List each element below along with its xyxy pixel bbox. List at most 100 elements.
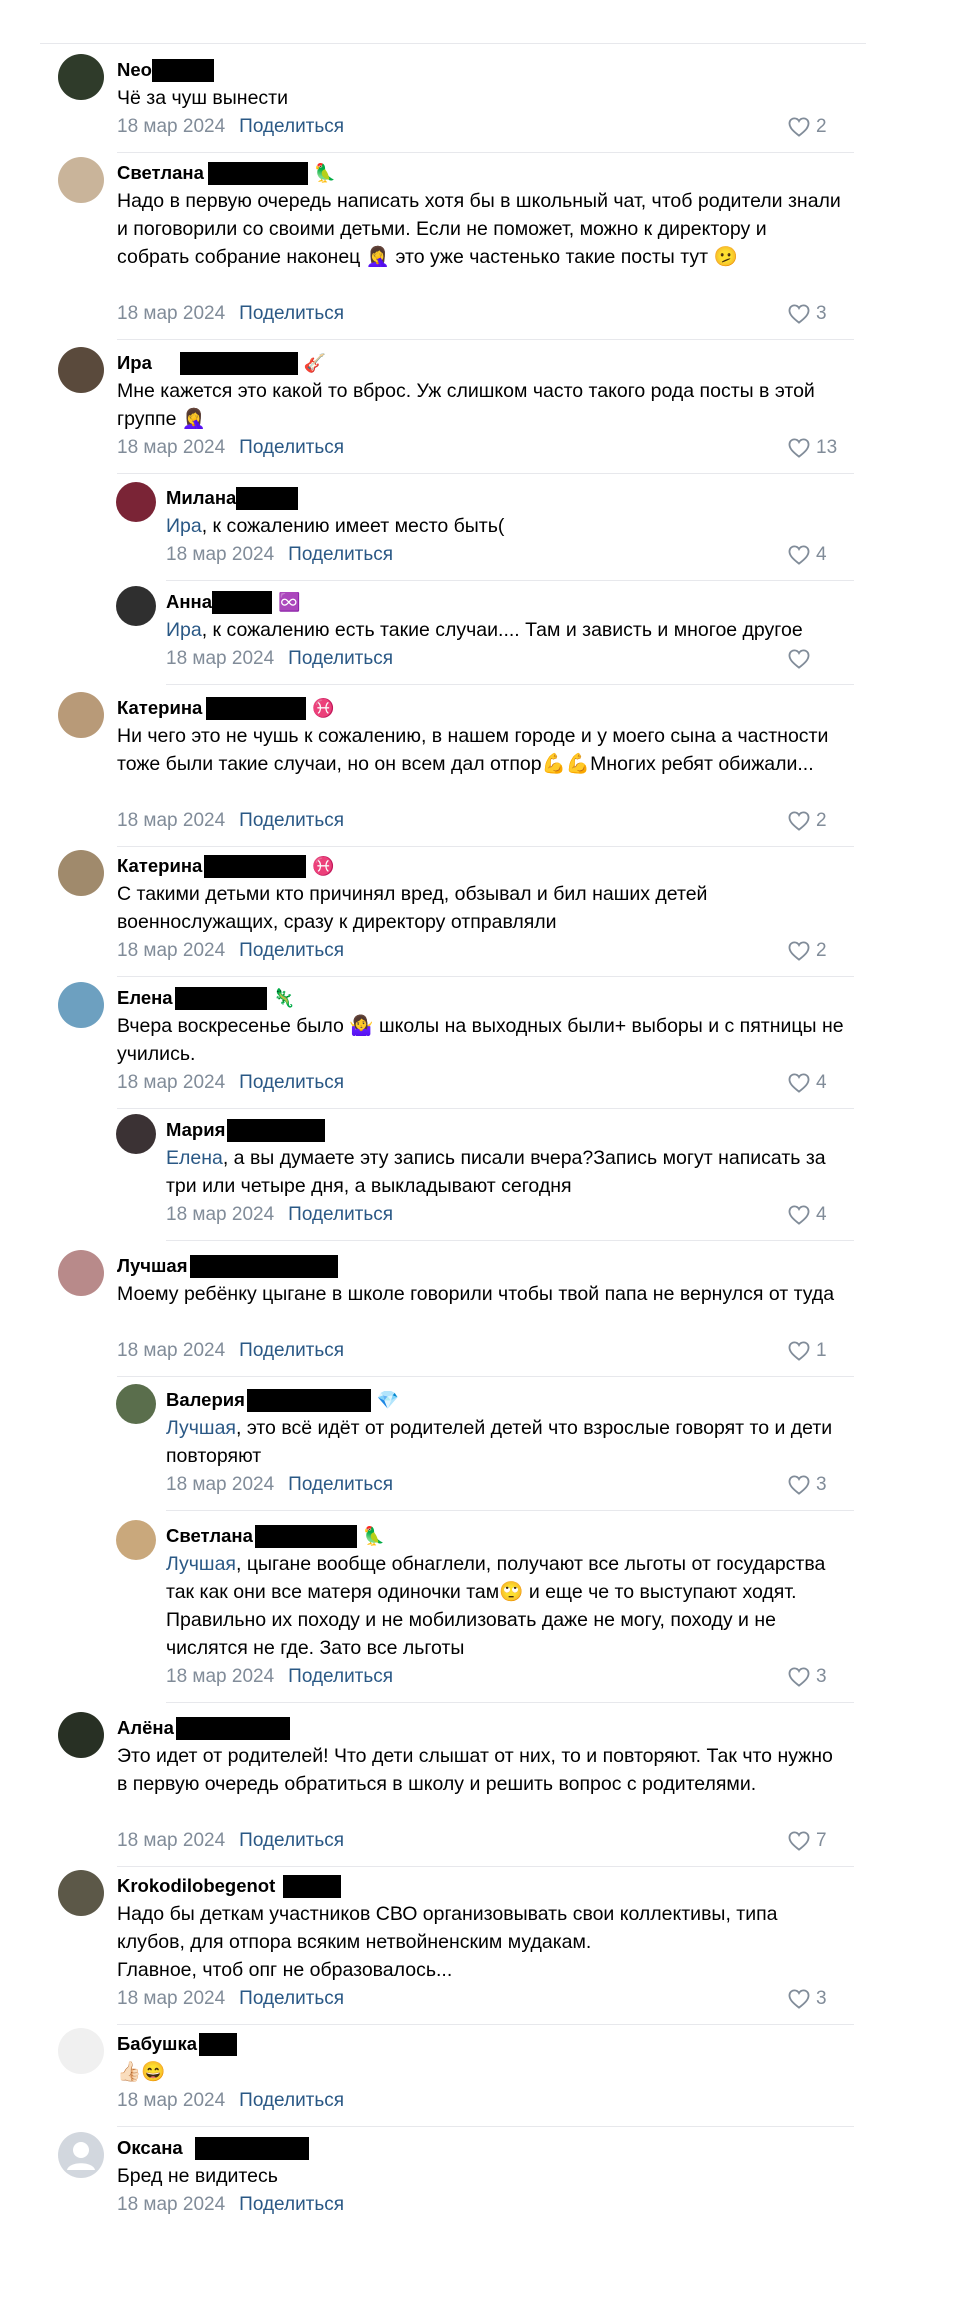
share-button[interactable]: Поделиться bbox=[288, 1204, 393, 1226]
heart-icon bbox=[788, 1073, 810, 1093]
reply-mention-link[interactable]: Лучшая bbox=[166, 1553, 236, 1575]
author-name[interactable]: Krokodilobegenot bbox=[117, 1875, 275, 1897]
avatar[interactable] bbox=[58, 2028, 104, 2074]
like-button[interactable]: 2 bbox=[788, 114, 827, 140]
comment-body: Бред не видитесь bbox=[117, 2165, 278, 2187]
author-row: Валерия 💎 bbox=[166, 1387, 399, 1413]
share-button[interactable]: Поделиться bbox=[239, 303, 344, 325]
comment-text: С такими детьми кто причинял вред, обзыв… bbox=[117, 880, 844, 936]
share-button[interactable]: Поделиться bbox=[288, 648, 393, 670]
share-button[interactable]: Поделиться bbox=[239, 2194, 344, 2216]
author-name[interactable]: Светлана bbox=[166, 1525, 253, 1547]
comment-body: Надо бы деткам участников СВО организовы… bbox=[117, 1903, 778, 1981]
avatar[interactable] bbox=[58, 982, 104, 1028]
avatar[interactable] bbox=[58, 54, 104, 100]
like-button[interactable]: 3 bbox=[788, 1664, 827, 1690]
reply-mention-link[interactable]: Ира bbox=[166, 515, 202, 537]
reply-mention-link[interactable]: Елена bbox=[166, 1147, 223, 1169]
avatar[interactable] bbox=[58, 2132, 104, 2178]
author-name[interactable]: Валерия bbox=[166, 1389, 245, 1411]
like-button[interactable]: 2 bbox=[788, 938, 827, 964]
avatar[interactable] bbox=[116, 1114, 156, 1154]
heart-icon bbox=[788, 304, 810, 324]
like-button[interactable]: 7 bbox=[788, 1828, 827, 1854]
avatar[interactable] bbox=[58, 157, 104, 203]
share-button[interactable]: Поделиться bbox=[239, 1340, 344, 1362]
like-button[interactable]: 4 bbox=[788, 542, 827, 568]
reply-mention-link[interactable]: Лучшая bbox=[166, 1417, 236, 1439]
author-name[interactable]: Елена bbox=[117, 987, 173, 1009]
avatar[interactable] bbox=[116, 1384, 156, 1424]
author-name[interactable]: Бабушка bbox=[117, 2033, 197, 2055]
comment-date[interactable]: 18 мар 2024 bbox=[117, 2194, 225, 2216]
comment-date[interactable]: 18 мар 2024 bbox=[117, 1072, 225, 1094]
author-name[interactable]: Светлана bbox=[117, 162, 204, 184]
share-button[interactable]: Поделиться bbox=[239, 1072, 344, 1094]
comment-date[interactable]: 18 мар 2024 bbox=[166, 1474, 274, 1496]
avatar[interactable] bbox=[58, 1250, 104, 1296]
comment-date[interactable]: 18 мар 2024 bbox=[117, 437, 225, 459]
share-button[interactable]: Поделиться bbox=[239, 810, 344, 832]
author-name[interactable]: Оксана bbox=[117, 2137, 183, 2159]
comment-text: Вчера воскресенье было 🤷‍♀️ школы на вых… bbox=[117, 1012, 844, 1068]
avatar[interactable] bbox=[58, 850, 104, 896]
comment-meta: 18 мар 2024 Поделиться bbox=[117, 2088, 344, 2114]
comment-divider bbox=[166, 1240, 854, 1241]
author-name[interactable]: Neo bbox=[117, 59, 152, 81]
share-button[interactable]: Поделиться bbox=[288, 544, 393, 566]
like-count: 3 bbox=[816, 1474, 827, 1495]
author-name[interactable]: Мария bbox=[166, 1119, 225, 1141]
author-name[interactable]: Анна bbox=[166, 591, 212, 613]
like-button[interactable]: 13 bbox=[788, 435, 837, 461]
like-button[interactable]: 4 bbox=[788, 1202, 827, 1228]
like-button[interactable]: 3 bbox=[788, 1986, 827, 2012]
author-name[interactable]: Катерина bbox=[117, 855, 202, 877]
author-name[interactable]: Катерина bbox=[117, 697, 202, 719]
avatar[interactable] bbox=[116, 482, 156, 522]
comment-text: Ира, к сожалению есть такие случаи.... Т… bbox=[166, 616, 844, 644]
share-button[interactable]: Поделиться bbox=[239, 1830, 344, 1852]
like-button[interactable]: 2 bbox=[788, 808, 827, 834]
redacted-surname bbox=[246, 1388, 371, 1412]
author-name[interactable]: Милана bbox=[166, 487, 236, 509]
share-button[interactable]: Поделиться bbox=[239, 940, 344, 962]
reply-mention-link[interactable]: Ира bbox=[166, 619, 202, 641]
share-button[interactable]: Поделиться bbox=[288, 1666, 393, 1688]
author-name[interactable]: Ира bbox=[117, 352, 152, 374]
like-button[interactable]: 3 bbox=[788, 301, 827, 327]
author-name[interactable]: Алёна bbox=[117, 1717, 174, 1739]
author-name[interactable]: Лучшая bbox=[117, 1255, 188, 1277]
share-button[interactable]: Поделиться bbox=[239, 116, 344, 138]
comment-date[interactable]: 18 мар 2024 bbox=[117, 1340, 225, 1362]
comment-date[interactable]: 18 мар 2024 bbox=[166, 1204, 274, 1226]
like-button[interactable]: 4 bbox=[788, 1070, 827, 1096]
like-count: 3 bbox=[816, 1666, 827, 1687]
comment-date[interactable]: 18 мар 2024 bbox=[166, 648, 274, 670]
avatar[interactable] bbox=[58, 1712, 104, 1758]
share-button[interactable]: Поделиться bbox=[288, 1474, 393, 1496]
like-button[interactable]: 1 bbox=[788, 1338, 827, 1364]
like-button[interactable]: 3 bbox=[788, 1472, 827, 1498]
avatar[interactable] bbox=[116, 1520, 156, 1560]
like-button[interactable] bbox=[788, 646, 816, 672]
avatar[interactable] bbox=[58, 1870, 104, 1916]
redacted-surname bbox=[227, 1118, 326, 1142]
comment-body: Моему ребёнку цыгане в школе говорили чт… bbox=[117, 1283, 835, 1305]
comment-date[interactable]: 18 мар 2024 bbox=[117, 2090, 225, 2112]
avatar[interactable] bbox=[116, 586, 156, 626]
comment-date[interactable]: 18 мар 2024 bbox=[117, 116, 225, 138]
comment-date[interactable]: 18 мар 2024 bbox=[117, 1988, 225, 2010]
comment-date[interactable]: 18 мар 2024 bbox=[166, 1666, 274, 1688]
share-button[interactable]: Поделиться bbox=[239, 437, 344, 459]
share-button[interactable]: Поделиться bbox=[239, 1988, 344, 2010]
share-button[interactable]: Поделиться bbox=[239, 2090, 344, 2112]
comment-meta: 18 мар 2024 Поделиться bbox=[117, 1986, 344, 2012]
comment-date[interactable]: 18 мар 2024 bbox=[117, 810, 225, 832]
comment-date[interactable]: 18 мар 2024 bbox=[166, 544, 274, 566]
avatar[interactable] bbox=[58, 347, 104, 393]
comment-date[interactable]: 18 мар 2024 bbox=[117, 303, 225, 325]
comment-body: С такими детьми кто причинял вред, обзыв… bbox=[117, 883, 708, 933]
comment-date[interactable]: 18 мар 2024 bbox=[117, 1830, 225, 1852]
comment-date[interactable]: 18 мар 2024 bbox=[117, 940, 225, 962]
avatar[interactable] bbox=[58, 692, 104, 738]
